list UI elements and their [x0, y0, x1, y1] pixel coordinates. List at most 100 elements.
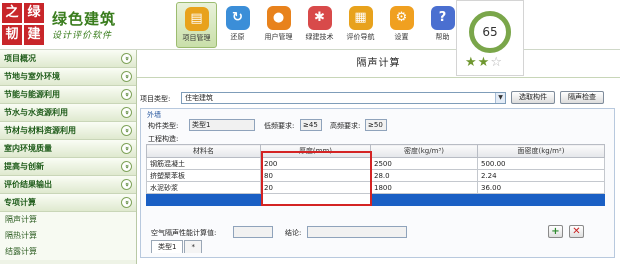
sidebar-section[interactable]: 提高与创新 »	[0, 158, 136, 176]
sidebar-section[interactable]: 节水与水资源利用 »	[0, 104, 136, 122]
cell-material[interactable]: 水泥砂浆	[146, 181, 261, 194]
user-icon: ●	[266, 6, 291, 30]
chevron-down-icon[interactable]: »	[121, 179, 132, 190]
chevron-down-icon[interactable]: »	[121, 71, 132, 82]
column-header-thickness[interactable]: 厚度(mm)	[260, 144, 371, 158]
star-filled-icon: ★	[477, 55, 491, 70]
table-row[interactable]: 水泥砂浆 20 1800 36.00	[146, 181, 605, 194]
cell-surface-density[interactable]: 500.00	[477, 157, 605, 170]
table-row[interactable]: 挤塑聚苯板 80 28.0 2.24	[146, 169, 605, 182]
nav-item[interactable]: ↻ 还原	[217, 2, 258, 48]
cell-material[interactable]	[146, 193, 261, 206]
table-row-selected-empty[interactable]	[146, 193, 605, 206]
sidebar-section-label: 节能与能源利用	[4, 90, 60, 99]
sidebar-section[interactable]: 专项计算 »	[0, 194, 136, 212]
materials-table: 材料名 厚度(mm) 密度(kg/m³) 面密度(kg/m²) 钢筋混凝土 20…	[146, 144, 605, 206]
column-header-material[interactable]: 材料名	[146, 144, 261, 158]
main-content: 隔声计算 项目类型: 住宅建筑 ▼ 选取构件 隔声检查 外墙 构件类型: 类型1…	[137, 50, 620, 264]
cell-material[interactable]: 挤塑聚苯板	[146, 169, 261, 182]
choose-component-button[interactable]: 选取构件	[511, 91, 555, 104]
sidebar-item[interactable]: 结露计算	[0, 244, 136, 260]
column-header-surface-density[interactable]: 面密度(kg/m²)	[477, 144, 605, 158]
nav-item-label: 设置	[394, 33, 409, 41]
chevron-down-icon[interactable]: »	[121, 89, 132, 100]
cell-surface-density[interactable]	[477, 193, 605, 206]
cell-thickness[interactable]: 80	[260, 169, 371, 182]
component-type-label: 构件类型:	[148, 122, 179, 130]
sidebar-section-label: 评价结果输出	[4, 180, 52, 189]
cell-density[interactable]: 1800	[370, 181, 478, 194]
sidebar-section[interactable]: 节材与材料资源利用 »	[0, 122, 136, 140]
nav-item-label: 用户管理	[264, 33, 293, 41]
sidebar-item[interactable]: 隔热计算	[0, 228, 136, 244]
sidebar-item[interactable]: 隔声计算	[0, 212, 136, 228]
sidebar-section[interactable]: 评价结果输出 »	[0, 176, 136, 194]
nav-item-label: 绿建技术	[305, 33, 334, 41]
table-row[interactable]: 钢筋混凝土 200 2500 500.00	[146, 157, 605, 170]
sidebar-section[interactable]: 室内环境质量 »	[0, 140, 136, 158]
conclusion-label: 结论:	[285, 229, 302, 237]
app-logo: 之 绿 韧 建	[2, 3, 46, 47]
chevron-down-icon[interactable]: ▼	[495, 93, 505, 103]
sidebar-section[interactable]: 项目概况 »	[0, 50, 136, 68]
sidebar-section-label: 提高与创新	[4, 162, 44, 171]
sidebar-section-label: 节水与水资源利用	[4, 108, 68, 117]
type-tabs: 类型1 *	[151, 240, 203, 254]
sidebar-section[interactable]: 节地与室外环境 »	[0, 68, 136, 86]
calc-value-field[interactable]	[233, 226, 273, 238]
top-banner: 之 绿 韧 建 绿色建筑 设计评价软件 ▤ 项目管理 ↻ 还原 ● 用户管理 ✱ 绿建技术 ▦ 评…	[0, 0, 620, 50]
chevron-down-icon[interactable]: »	[121, 143, 132, 154]
cell-density[interactable]	[370, 193, 478, 206]
cell-thickness[interactable]	[260, 193, 371, 206]
logo-char: 建	[24, 25, 44, 45]
sidebar-section[interactable]: 节能与能源利用 »	[0, 86, 136, 104]
nav-item[interactable]: ▦ 评价导航	[340, 2, 381, 48]
chevron-down-icon[interactable]: »	[121, 107, 132, 118]
sound-check-button[interactable]: 隔声检查	[560, 91, 604, 104]
sidebar-section-label: 室内环境质量	[4, 144, 52, 153]
nav-item[interactable]: ● 用户管理	[258, 2, 299, 48]
logo-char: 绿	[24, 3, 44, 23]
chevron-down-icon[interactable]: »	[121, 53, 132, 64]
delete-row-button[interactable]: ✕	[569, 225, 584, 238]
cell-material[interactable]: 钢筋混凝土	[146, 157, 261, 170]
column-header-density[interactable]: 密度(kg/m³)	[370, 144, 478, 158]
add-row-button[interactable]: +	[548, 225, 563, 238]
cell-thickness[interactable]: 20	[260, 181, 371, 194]
app-title: 绿色建筑	[52, 10, 117, 28]
table-header-row: 材料名 厚度(mm) 密度(kg/m³) 面密度(kg/m²)	[146, 144, 605, 158]
chevron-down-icon[interactable]: »	[121, 197, 132, 208]
page-title: 隔声计算	[137, 50, 620, 78]
high-freq-field[interactable]: ≥50	[365, 119, 387, 131]
folder-icon: ▤	[184, 7, 209, 31]
component-type-field[interactable]: 类型1	[189, 119, 255, 131]
gear-icon: ⚙	[389, 6, 414, 30]
nav-item[interactable]: ▤ 项目管理	[176, 2, 217, 48]
cell-surface-density[interactable]: 36.00	[477, 181, 605, 194]
high-freq-label: 高频要求:	[330, 122, 361, 130]
sidebar-section-label: 项目概况	[4, 54, 36, 63]
low-freq-field[interactable]: ≥45	[300, 119, 322, 131]
nav-item-label: 还原	[230, 33, 245, 41]
project-type-select[interactable]: 住宅建筑 ▼	[181, 92, 506, 104]
calc-value-label: 空气隔声性能计算值:	[151, 229, 217, 237]
nav-item[interactable]: ⚙ 设置	[381, 2, 422, 48]
main-toolbar: ▤ 项目管理 ↻ 还原 ● 用户管理 ✱ 绿建技术 ▦ 评价导航 ⚙ 设置? 帮助	[176, 2, 463, 48]
nav-item[interactable]: ✱ 绿建技术	[299, 2, 340, 48]
conclusion-field[interactable]	[307, 226, 407, 238]
structure-label: 工程构造:	[148, 135, 179, 143]
chevron-down-icon[interactable]: »	[121, 125, 132, 136]
cell-surface-density[interactable]: 2.24	[477, 169, 605, 182]
cell-thickness[interactable]: 200	[260, 157, 371, 170]
close-icon: ✕	[572, 226, 581, 237]
cell-density[interactable]: 2500	[370, 157, 478, 170]
nav-item-label: 项目管理	[182, 34, 211, 42]
cell-density[interactable]: 28.0	[370, 169, 478, 182]
tab-type[interactable]: 类型1	[151, 240, 184, 253]
star-empty-icon: ☆	[490, 55, 503, 70]
tab-type[interactable]: *	[184, 240, 202, 253]
chevron-down-icon[interactable]: »	[121, 161, 132, 172]
help-icon: ?	[430, 6, 455, 30]
tech-icon: ✱	[307, 6, 332, 30]
sidebar-section-label: 专项计算	[4, 198, 36, 207]
